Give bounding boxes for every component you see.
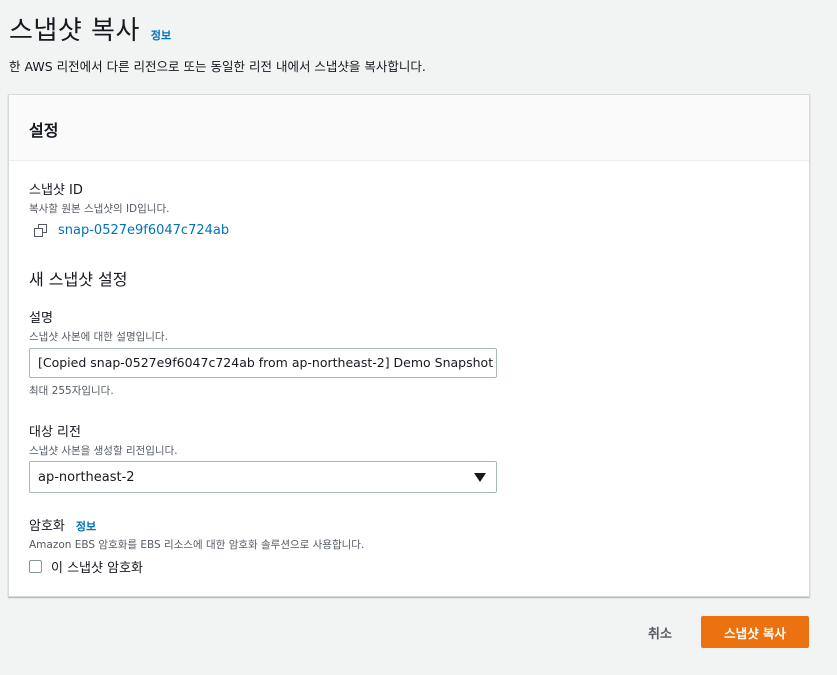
encrypt-checkbox[interactable] — [29, 560, 42, 573]
region-select-value: ap-northeast-2 — [38, 469, 135, 485]
encryption-info-link[interactable]: 정보 — [76, 518, 96, 534]
region-field: 대상 리전 스냅샷 사본을 생성할 리전입니다. — [29, 421, 178, 458]
snapshot-id-description: 복사할 원본 스냅샷의 ID입니다. — [29, 203, 170, 215]
copy-snapshot-button[interactable]: 스냅샷 복사 — [701, 616, 809, 648]
encrypt-checkbox-row: 이 스냅샷 암호화 — [29, 557, 143, 576]
description-constraint: 최대 255자입니다. — [29, 385, 114, 397]
snapshot-id-link[interactable]: snap-0527e9f6047c724ab — [58, 223, 229, 238]
page-title-row: 스냅샷 복사 정보 — [9, 10, 426, 47]
copy-icon[interactable] — [34, 223, 48, 238]
snapshot-id-row: snap-0527e9f6047c724ab — [34, 223, 229, 238]
new-snapshot-section-title: 새 스냅샷 설정 — [29, 270, 128, 289]
description-label: 설명 — [29, 311, 53, 326]
page-header: 스냅샷 복사 정보 한 AWS 리전에서 다른 리전으로 또는 동일한 리전 내… — [9, 10, 426, 75]
encrypt-checkbox-label[interactable]: 이 스냅샷 암호화 — [51, 557, 143, 576]
cancel-button[interactable]: 취소 — [638, 617, 682, 647]
snapshot-id-label: 스냅샷 ID — [29, 183, 83, 198]
description-field: 설명 스냅샷 사본에 대한 설명입니다. — [29, 307, 168, 344]
settings-panel: 설정 스냅샷 ID 복사할 원본 스냅샷의 ID입니다. snap-0527e9… — [8, 94, 810, 597]
info-link[interactable]: 정보 — [151, 27, 171, 43]
caret-down-icon — [474, 472, 486, 482]
description-input[interactable]: [Copied snap-0527e9f6047c724ab from ap-n… — [29, 348, 497, 378]
region-select[interactable]: ap-northeast-2 — [29, 461, 497, 493]
region-help: 스냅샷 사본을 생성할 리전입니다. — [29, 445, 178, 457]
snapshot-id-field: 스냅샷 ID 복사할 원본 스냅샷의 ID입니다. — [29, 179, 169, 216]
panel-header: 설정 — [9, 95, 809, 161]
page-description: 한 AWS 리전에서 다른 리전으로 또는 동일한 리전 내에서 스냅샷을 복사… — [9, 59, 426, 74]
description-help: 스냅샷 사본에 대한 설명입니다. — [29, 331, 168, 343]
encryption-label-row: 암호화 정보 — [29, 515, 364, 534]
encryption-field: 암호화 정보 Amazon EBS 암호화를 EBS 리소스에 대한 암호화 솔… — [29, 515, 364, 552]
page-title: 스냅샷 복사 — [9, 16, 140, 46]
region-label: 대상 리전 — [29, 425, 81, 440]
encryption-description: Amazon EBS 암호화를 EBS 리소스에 대한 암호화 솔루션으로 사용… — [29, 539, 365, 551]
panel-title: 설정 — [29, 121, 59, 140]
encryption-label: 암호화 — [29, 519, 65, 534]
